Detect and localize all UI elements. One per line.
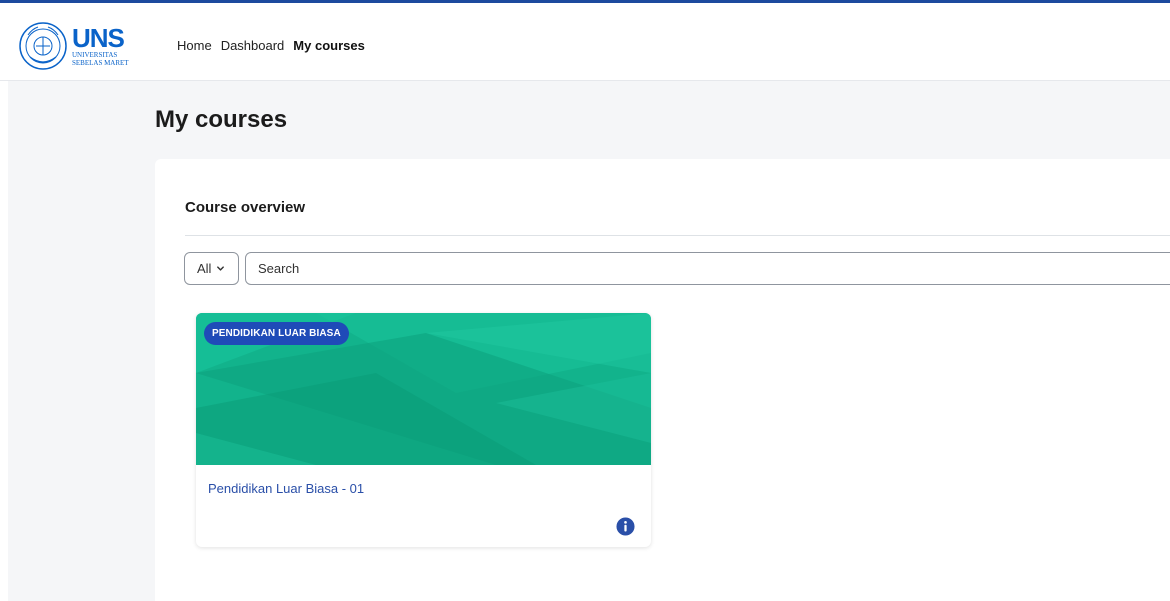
section-title: Course overview: [185, 199, 306, 216]
nav-dashboard[interactable]: Dashboard: [221, 38, 285, 53]
divider: [185, 235, 1170, 236]
course-name-link[interactable]: Pendidikan Luar Biasa - 01: [208, 481, 364, 496]
primary-navigation: Home Dashboard My courses: [177, 38, 365, 53]
filter-selected-value: All: [197, 261, 212, 276]
course-category-badge: PENDIDIKAN LUAR BIASA: [204, 322, 349, 345]
logo-subtitle-1: UNIVERSITAS: [72, 51, 118, 59]
logo-title: UNS: [72, 23, 125, 53]
nav-my-courses[interactable]: My courses: [293, 38, 365, 53]
search-input[interactable]: [245, 252, 1170, 285]
grouping-filter-dropdown[interactable]: All: [184, 252, 239, 285]
course-card[interactable]: PENDIDIKAN LUAR BIASA Pendidikan Luar Bi…: [196, 313, 651, 547]
left-drawer-edge: [0, 81, 8, 601]
course-overview-block: Course overview All PENDIDIKAN LUAR BIAS…: [155, 159, 1170, 601]
site-logo[interactable]: UNS UNIVERSITAS SEBELAS MARET: [18, 21, 146, 71]
university-seal-icon: [19, 22, 67, 70]
page-title: My courses: [155, 106, 288, 133]
navbar: UNS UNIVERSITAS SEBELAS MARET Home Dashb…: [0, 3, 1170, 81]
chevron-down-icon: [217, 266, 225, 271]
logo-subtitle-2: SEBELAS MARET: [72, 59, 129, 67]
nav-home[interactable]: Home: [177, 38, 212, 53]
info-icon[interactable]: [616, 517, 635, 536]
